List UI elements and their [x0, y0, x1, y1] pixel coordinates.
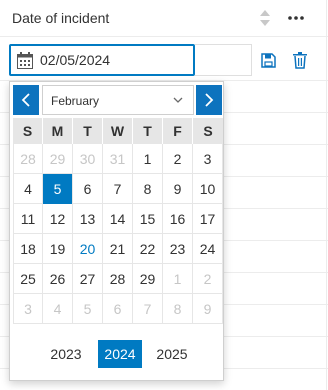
calendar-week-row: 11 12 13 14 15 16 17	[13, 204, 223, 234]
more-dots-icon[interactable]	[286, 10, 306, 26]
calendar-day[interactable]: 17	[193, 204, 223, 234]
calendar-day[interactable]: 16	[163, 204, 193, 234]
input-extension	[195, 44, 252, 76]
field-title: Date of incident	[12, 10, 110, 26]
calendar-day[interactable]: 24	[193, 234, 223, 264]
calendar-day[interactable]: 10	[193, 174, 223, 204]
calendar-day[interactable]: 8	[163, 294, 193, 324]
calendar-day[interactable]: 21	[103, 234, 133, 264]
calendar-week-row: 4 5 6 7 8 9 10	[13, 174, 223, 204]
weekday-label: M	[43, 118, 73, 144]
calendar-day[interactable]: 12	[43, 204, 73, 234]
calendar-day[interactable]: 1	[163, 264, 193, 294]
weekday-label: T	[73, 118, 103, 144]
next-month-button[interactable]	[196, 85, 222, 115]
chevron-right-icon	[205, 93, 214, 107]
year-selector: 2023 2024 2025	[10, 338, 225, 368]
calendar-weeks: 28 29 30 31 1 2 3 4 5 6 7 8 9 10 11 12 13 14 15 16 17 18 19 20 2…	[13, 144, 223, 324]
calendar-day[interactable]: 1	[133, 144, 163, 174]
calendar-week-row: 28 29 30 31 1 2 3	[13, 144, 223, 174]
calendar-icon[interactable]	[17, 52, 33, 69]
year-option[interactable]: 2024	[98, 340, 142, 368]
calendar-day[interactable]: 19	[43, 234, 73, 264]
calendar-day[interactable]: 3	[13, 294, 43, 324]
calendar-day[interactable]: 2	[163, 144, 193, 174]
weekday-label: S	[203, 123, 213, 139]
date-picker-popover: February S M T W T F S 28 29 30 31 1 2 3 4 5 6 7 8 9…	[9, 81, 224, 381]
weekday-label: W	[103, 118, 133, 144]
calendar-day[interactable]: 29	[43, 144, 73, 174]
calendar-day[interactable]: 14	[103, 204, 133, 234]
calendar-day[interactable]: 4	[43, 294, 73, 324]
calendar-day[interactable]: 6	[103, 294, 133, 324]
trash-icon[interactable]	[293, 52, 307, 69]
calendar-day[interactable]: 2	[193, 264, 223, 294]
sort-arrows-icon[interactable]	[258, 8, 272, 28]
calendar-week-row: 3456789	[13, 294, 223, 324]
prev-month-button[interactable]	[13, 85, 39, 115]
weekday-label: S	[13, 118, 43, 144]
save-icon[interactable]	[261, 53, 276, 68]
calendar-day[interactable]: 3	[193, 144, 223, 174]
month-label: February	[51, 94, 100, 108]
calendar-day[interactable]: 15	[133, 204, 163, 234]
calendar-day[interactable]: 13	[73, 204, 103, 234]
calendar-day[interactable]: 29	[133, 264, 163, 294]
year-option[interactable]: 2023	[44, 340, 88, 368]
chevron-down-icon	[173, 97, 183, 103]
calendar-day[interactable]: 31	[103, 144, 133, 174]
calendar-day[interactable]: 7	[133, 294, 163, 324]
calendar-day[interactable]: 27	[73, 264, 103, 294]
weekday-label: T	[133, 118, 163, 144]
weekday-label: F	[163, 118, 193, 144]
field-header: Date of incident	[0, 0, 328, 36]
calendar-week-row: 18 19 20 21 22 23 24	[13, 234, 223, 264]
date-input[interactable]: 02/05/2024	[9, 44, 195, 76]
column-divider	[326, 0, 327, 390]
calendar-grid: S M T W T F S 28 29 30 31 1 2 3 4 5 6 7 8 9 10 11 12 13 1…	[13, 118, 223, 324]
calendar-day[interactable]: 23	[163, 234, 193, 264]
date-value: 02/05/2024	[40, 52, 111, 68]
calendar-day[interactable]: 22	[133, 234, 163, 264]
month-select[interactable]: February	[42, 85, 194, 115]
calendar-day[interactable]: 6	[73, 174, 103, 204]
calendar-day[interactable]: 8	[133, 174, 163, 204]
calendar-day[interactable]: 9	[193, 294, 223, 324]
calendar-day[interactable]: 18	[13, 234, 43, 264]
weekday-header: S M T W T F S	[13, 118, 223, 144]
today-day[interactable]: 20	[73, 234, 103, 264]
row-divider	[0, 36, 328, 37]
calendar-day[interactable]: 9	[163, 174, 193, 204]
calendar-day[interactable]: 28	[13, 144, 43, 174]
calendar-day[interactable]: 11	[13, 204, 43, 234]
calendar-day[interactable]: 4	[13, 174, 43, 204]
calendar-day[interactable]: 7	[103, 174, 133, 204]
calendar-week-row: 25 26 27 28 29 1 2	[13, 264, 223, 294]
calendar-day[interactable]: 28	[103, 264, 133, 294]
calendar-day[interactable]: 30	[73, 144, 103, 174]
calendar-day[interactable]: 25	[13, 264, 43, 294]
selected-day[interactable]: 5	[43, 174, 73, 204]
chevron-left-icon	[21, 93, 30, 107]
calendar-day[interactable]: 26	[43, 264, 73, 294]
year-option[interactable]: 2025	[150, 340, 194, 368]
calendar-day[interactable]: 5	[73, 294, 103, 324]
